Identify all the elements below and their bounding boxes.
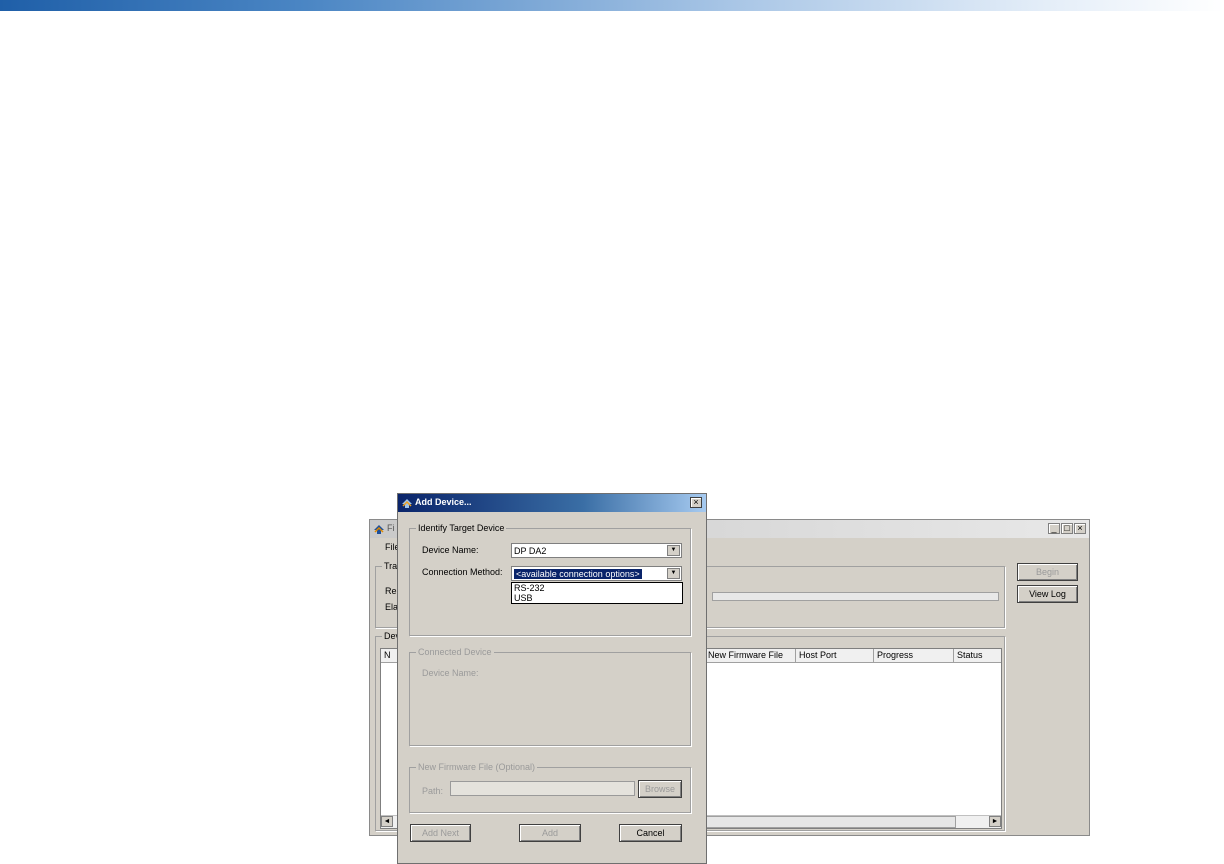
close-icon[interactable]: × [690,497,702,508]
add-next-button[interactable]: Add Next [410,824,471,842]
browse-button[interactable]: Browse [638,780,682,798]
scroll-thumb[interactable] [706,816,956,828]
device-name-combo[interactable]: DP DA2 ▼ [511,543,682,558]
column-header-status[interactable]: Status [954,649,1001,662]
connection-method-label: Connection Method: [422,567,503,577]
option-rs232[interactable]: RS-232 [514,583,545,593]
close-button[interactable]: × [1074,523,1086,534]
add-button[interactable]: Add [519,824,581,842]
scroll-left-icon[interactable]: ◄ [381,816,393,827]
app-icon [402,499,412,508]
dialog-title-bar[interactable]: Add Device... × [398,494,706,512]
connection-method-value: <available connection options> [514,569,642,579]
minimize-button[interactable]: _ [1048,523,1060,534]
transfer-row1-label: Re [385,586,397,596]
connected-device-name-label: Device Name: [422,668,479,678]
header-band [0,0,1224,11]
chevron-down-icon[interactable]: ▼ [667,568,680,579]
option-usb[interactable]: USB [514,593,533,603]
device-name-label: Device Name: [422,545,479,555]
chevron-down-icon[interactable]: ▼ [667,545,680,556]
connected-device-group: Connected Device [409,647,691,746]
connection-method-combo[interactable]: <available connection options> ▼ [511,566,682,581]
main-title-text: Fi [387,523,395,533]
transfer-progress-bar [712,592,999,601]
begin-button[interactable]: Begin [1017,563,1078,581]
path-label: Path: [422,786,444,796]
column-header-progress[interactable]: Progress [874,649,954,662]
cancel-button[interactable]: Cancel [619,824,682,842]
view-log-button[interactable]: View Log [1017,585,1078,603]
path-input[interactable] [450,781,635,796]
column-header-host-port[interactable]: Host Port [796,649,874,662]
scroll-right-icon[interactable]: ► [989,816,1001,827]
device-name-value: DP DA2 [514,546,547,556]
identify-group-label: Identify Target Device [416,523,507,533]
add-device-dialog: Add Device... × Identify Target Device D… [397,493,707,864]
connection-method-dropdown[interactable]: RS-232 USB [511,582,683,604]
maximize-button[interactable]: □ [1061,523,1073,534]
firmware-file-group-label: New Firmware File (Optional) [416,762,538,772]
connected-device-group-label: Connected Device [416,647,494,657]
column-header-firmware[interactable]: New Firmware File [705,649,796,662]
dialog-title: Add Device... [415,497,472,507]
app-icon [374,525,384,534]
